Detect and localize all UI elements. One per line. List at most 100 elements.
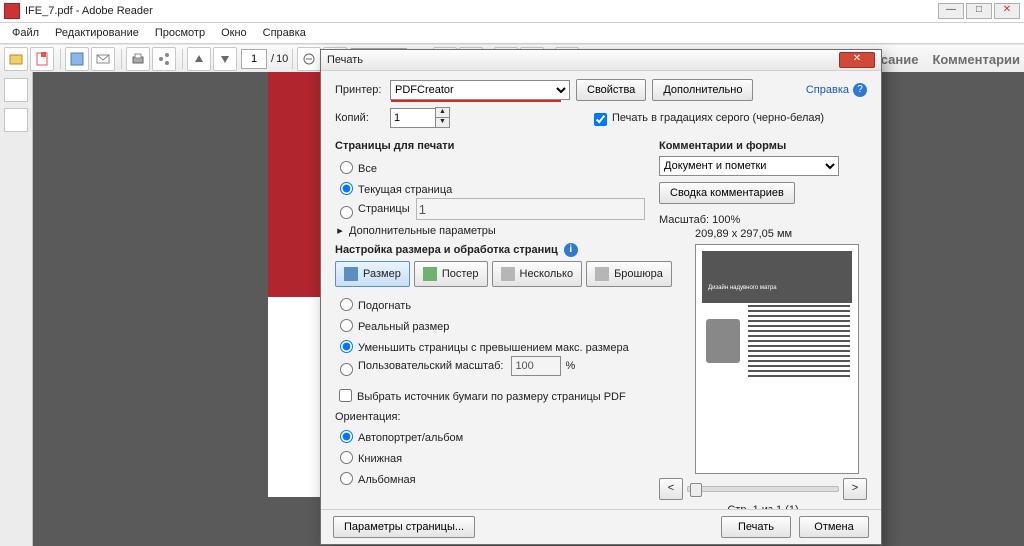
range-pages-label: Страницы xyxy=(358,203,410,215)
tool-email-icon[interactable] xyxy=(91,47,115,71)
cancel-button[interactable]: Отмена xyxy=(799,516,869,538)
orient-landscape-radio[interactable] xyxy=(340,472,353,485)
window-maximize-button[interactable]: □ xyxy=(966,3,992,19)
mode-poster-button[interactable]: Постер xyxy=(414,261,488,287)
printer-label: Принтер: xyxy=(335,84,390,96)
preview-text-lines xyxy=(748,305,850,377)
grayscale-checkbox[interactable] xyxy=(594,113,607,126)
menu-file[interactable]: Файл xyxy=(4,23,47,43)
print-button[interactable]: Печать xyxy=(721,516,791,538)
properties-button[interactable]: Свойства xyxy=(576,79,646,101)
choose-source-checkbox[interactable] xyxy=(339,389,352,402)
zoom-out-icon[interactable] xyxy=(297,47,321,71)
shrink-radio[interactable] xyxy=(340,340,353,353)
window-close-button[interactable]: ✕ xyxy=(994,3,1020,19)
dialog-close-button[interactable]: ✕ xyxy=(839,52,875,68)
pages-section-header: Страницы для печати xyxy=(335,140,645,152)
window-minimize-button[interactable]: — xyxy=(938,3,964,19)
print-dialog: Печать ✕ Принтер: PDFCreator Свойства До… xyxy=(320,49,882,545)
separator xyxy=(60,49,61,69)
copies-down-icon[interactable]: ▼ xyxy=(435,118,450,128)
preview-prev-button[interactable]: < xyxy=(659,478,683,500)
menu-edit[interactable]: Редактирование xyxy=(47,23,147,43)
actual-radio[interactable] xyxy=(340,319,353,332)
range-current-radio[interactable] xyxy=(340,182,353,195)
advanced-button[interactable]: Дополнительно xyxy=(652,79,753,101)
booklet-mode-icon xyxy=(595,267,609,281)
copies-up-icon[interactable]: ▲ xyxy=(435,107,450,118)
tool-save-icon[interactable] xyxy=(65,47,89,71)
range-current-label: Текущая страница xyxy=(358,184,452,196)
help-icon[interactable]: ? xyxy=(853,83,867,97)
preview-page-counter: Стр. 1 из 1 (1) xyxy=(659,504,867,509)
orient-portrait-radio[interactable] xyxy=(340,451,353,464)
menu-help[interactable]: Справка xyxy=(255,23,314,43)
mode-multiple-button[interactable]: Несколько xyxy=(492,261,583,287)
range-pages-radio[interactable] xyxy=(340,206,353,219)
preview-slider[interactable] xyxy=(687,486,839,492)
custom-scale-label: Пользовательский масштаб: xyxy=(358,360,503,372)
page-up-icon[interactable] xyxy=(187,47,211,71)
tool-print-icon[interactable] xyxy=(126,47,150,71)
orient-portrait-label: Книжная xyxy=(358,453,402,465)
help-link[interactable]: Справка xyxy=(806,84,849,96)
page-total: 10 xyxy=(276,53,288,65)
fit-radio[interactable] xyxy=(340,298,353,311)
sizing-header-text: Настройка размера и обработка страниц xyxy=(335,244,558,256)
fit-label: Подогнать xyxy=(358,300,411,312)
custom-scale-input[interactable] xyxy=(511,356,561,376)
separator xyxy=(292,49,293,69)
preview-slider-thumb[interactable] xyxy=(690,483,702,497)
comments-select[interactable]: Документ и пометки xyxy=(659,156,839,176)
page-down-icon[interactable] xyxy=(213,47,237,71)
sizing-section-header: Настройка размера и обработка страниц i xyxy=(335,243,645,257)
left-rail xyxy=(0,72,33,546)
orient-auto-radio[interactable] xyxy=(340,430,353,443)
menubar: Файл Редактирование Просмотр Окно Справк… xyxy=(0,23,1024,44)
menu-window[interactable]: Окно xyxy=(213,23,255,43)
page-current-input[interactable] xyxy=(241,49,267,69)
separator xyxy=(182,49,183,69)
left-column: Страницы для печати Все Текущая страница… xyxy=(335,134,645,509)
mode-size-label: Размер xyxy=(363,268,401,280)
preview-banner xyxy=(702,251,852,303)
pages-input[interactable] xyxy=(416,198,645,220)
right-column: Комментарии и формы Документ и пометки С… xyxy=(645,134,867,509)
expand-icon[interactable]: ▸ xyxy=(335,224,345,237)
menu-view[interactable]: Просмотр xyxy=(147,23,213,43)
attachments-panel-icon[interactable] xyxy=(4,108,28,132)
range-all-label: Все xyxy=(358,163,377,175)
more-parameters-link[interactable]: Дополнительные параметры xyxy=(349,225,496,237)
panel-tab-comments[interactable]: Комментарии xyxy=(932,52,1020,67)
thumbnails-panel-icon[interactable] xyxy=(4,78,28,102)
tool-create-icon[interactable] xyxy=(30,47,54,71)
preview-photo xyxy=(706,319,740,363)
tool-share-icon[interactable] xyxy=(152,47,176,71)
window-title: IFE_7.pdf - Adobe Reader xyxy=(25,5,936,17)
preview-next-button[interactable]: > xyxy=(843,478,867,500)
range-all-radio[interactable] xyxy=(340,161,353,174)
size-mode-icon xyxy=(344,267,358,281)
summary-button[interactable]: Сводка комментариев xyxy=(659,182,795,204)
custom-scale-radio[interactable] xyxy=(340,363,353,376)
paper-dims: 209,89 x 297,05 мм xyxy=(695,228,867,240)
tool-open-icon[interactable] xyxy=(4,47,28,71)
shrink-label: Уменьшить страницы с превышением макс. р… xyxy=(358,342,629,354)
page-setup-button[interactable]: Параметры страницы... xyxy=(333,516,475,538)
info-icon[interactable]: i xyxy=(564,243,578,257)
dialog-titlebar: Печать ✕ xyxy=(321,50,881,71)
printer-select[interactable]: PDFCreator xyxy=(390,80,570,100)
mode-multiple-label: Несколько xyxy=(520,268,574,280)
print-preview: Дизайн надувного матра xyxy=(695,244,859,474)
doc-background-red xyxy=(268,72,323,297)
actual-label: Реальный размер xyxy=(358,321,449,333)
multiple-mode-icon xyxy=(501,267,515,281)
app-titlebar: IFE_7.pdf - Adobe Reader — □ ✕ xyxy=(0,0,1024,23)
annotation-underline xyxy=(391,100,561,102)
choose-source-label: Выбрать источник бумаги по размеру стран… xyxy=(357,391,626,403)
mode-size-button[interactable]: Размер xyxy=(335,261,410,287)
poster-mode-icon xyxy=(423,267,437,281)
copies-input[interactable] xyxy=(390,108,436,128)
copies-label: Копий: xyxy=(335,112,390,124)
dialog-title: Печать xyxy=(327,54,839,66)
